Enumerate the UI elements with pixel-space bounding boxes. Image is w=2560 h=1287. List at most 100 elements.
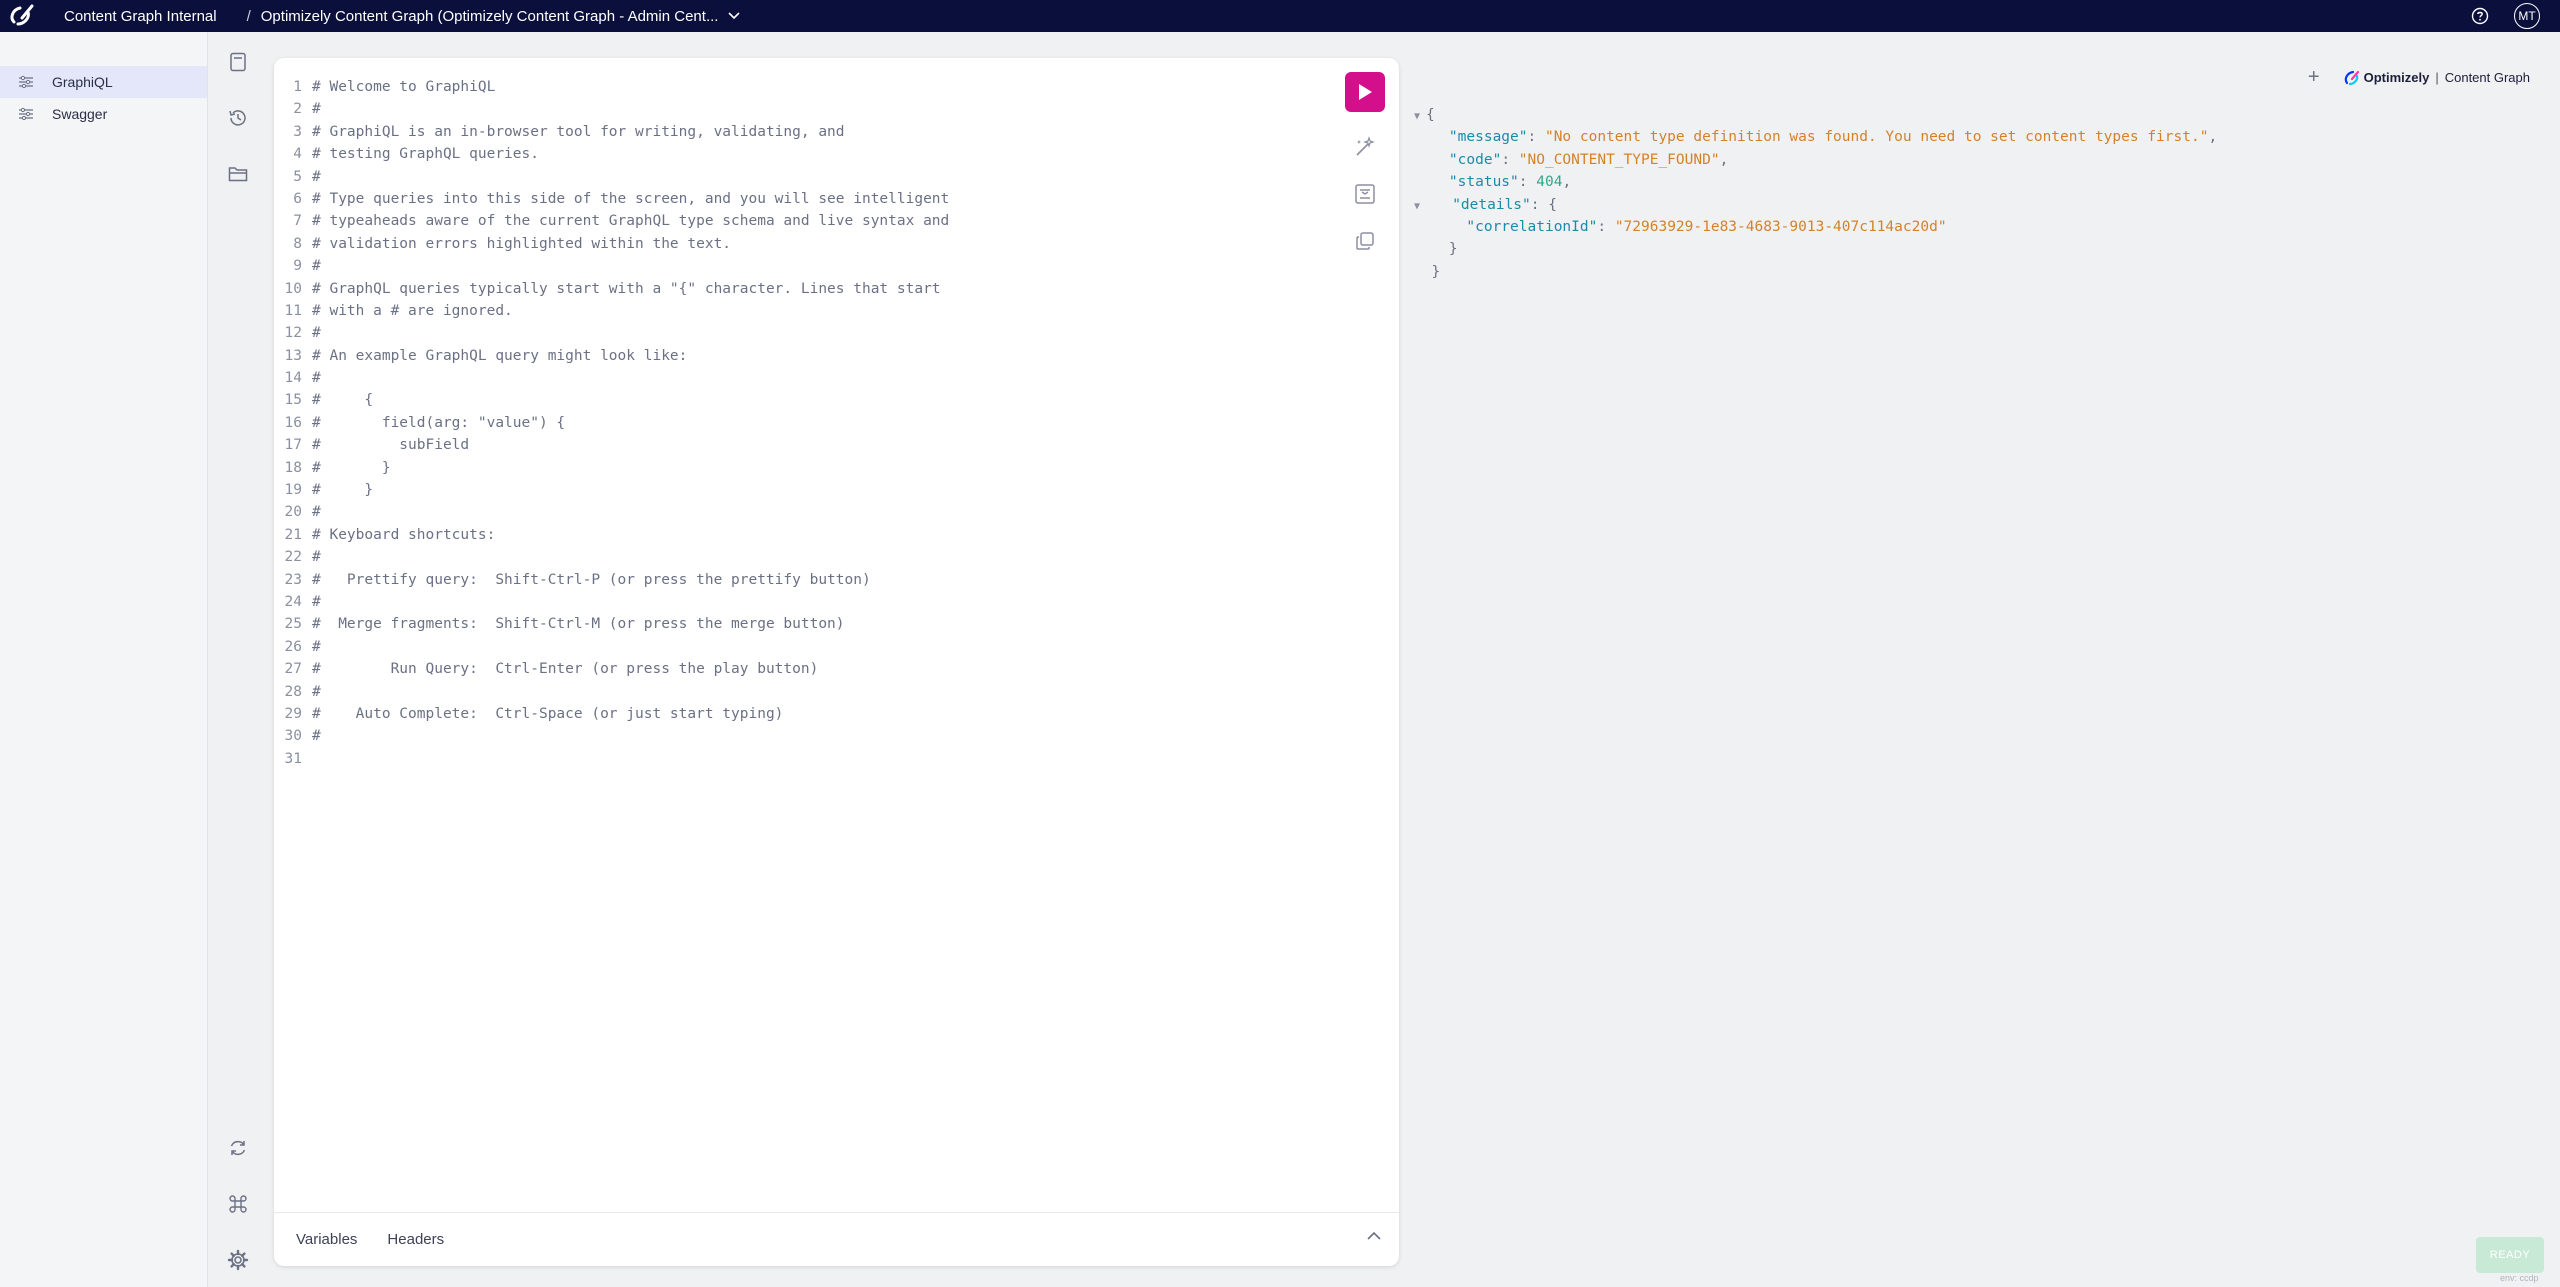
line-text: # <box>312 101 321 118</box>
code-line[interactable]: 8 # validation errors highlighted within … <box>274 233 1314 255</box>
code-line[interactable]: 31 <box>274 748 1314 770</box>
chevron-down-icon <box>728 12 741 20</box>
line-number: 15 <box>284 392 302 409</box>
copy-icon <box>1356 232 1374 250</box>
line-number: 23 <box>284 571 302 588</box>
line-text: # <box>312 728 321 745</box>
line-text: # { <box>312 392 374 409</box>
line-number: 2 <box>293 101 302 118</box>
line-text: # } <box>312 482 374 499</box>
line-text: # <box>312 638 321 655</box>
code-line[interactable]: 10 # GraphQL queries typically start with… <box>274 278 1314 300</box>
folder-icon[interactable] <box>226 162 250 186</box>
code-line[interactable]: 24 # <box>274 591 1314 613</box>
settings-icon[interactable] <box>226 1248 250 1272</box>
line-text: # <box>312 258 321 275</box>
sidebar-item-label: Swagger <box>52 106 108 122</box>
help-icon[interactable] <box>2470 6 2490 26</box>
code-line[interactable]: 16 # field(arg: "value") { <box>274 412 1314 434</box>
sliders-icon <box>19 75 33 89</box>
code-line[interactable]: 11 # with a # are ignored. <box>274 300 1314 322</box>
code-line[interactable]: 5 # <box>274 166 1314 188</box>
user-avatar[interactable]: MT <box>2514 3 2540 29</box>
line-number: 4 <box>293 146 302 163</box>
line-number: 31 <box>284 750 302 767</box>
line-number: 12 <box>284 325 302 342</box>
code-line[interactable]: 12 # <box>274 322 1314 344</box>
code-line[interactable]: 1 # Welcome to GraphiQL <box>274 76 1314 98</box>
code-line[interactable]: 22 # <box>274 546 1314 568</box>
code-line[interactable]: 13 # An example GraphQL query might look … <box>274 345 1314 367</box>
app-name[interactable]: Content Graph Internal <box>64 8 217 25</box>
code-line[interactable]: 28 # <box>274 681 1314 703</box>
prettify-icon <box>1356 136 1375 156</box>
line-text: # <box>312 593 321 610</box>
line-text: # Merge fragments: Shift-Ctrl-M (or pres… <box>312 616 845 633</box>
merge-fragments-button[interactable] <box>1345 182 1385 206</box>
tab-variables[interactable]: Variables <box>296 1231 357 1248</box>
code-line[interactable]: 26 # <box>274 636 1314 658</box>
line-text: # field(arg: "value") { <box>312 414 566 431</box>
optimizely-logo: Optimizely | Content Graph <box>2344 70 2530 86</box>
code-line[interactable]: 18 # } <box>274 457 1314 479</box>
tab-headers[interactable]: Headers <box>387 1231 444 1248</box>
code-line[interactable]: 9 # <box>274 255 1314 277</box>
chevron-up-icon[interactable] <box>1367 1231 1381 1240</box>
instance-selector[interactable]: Optimizely Content Graph (Optimizely Con… <box>261 8 741 25</box>
sidebar-item-label: GraphiQL <box>52 74 113 90</box>
env-label: env: ccdp <box>2500 1273 2539 1283</box>
code-line[interactable]: 6 # Type queries into this side of the sc… <box>274 188 1314 210</box>
collapse-toggle-icon[interactable]: ▼ <box>1414 106 1426 128</box>
code-line[interactable]: 27 # Run Query: Ctrl-Enter (or press the … <box>274 658 1314 680</box>
code-line[interactable]: 29 # Auto Complete: Ctrl-Space (or just s… <box>274 703 1314 725</box>
result-json: ▼{ "message": "No content type definitio… <box>1414 106 2218 280</box>
command-icon[interactable] <box>226 1192 250 1216</box>
add-tab-button[interactable]: + <box>2308 66 2320 89</box>
collapse-toggle-icon[interactable]: ▼ <box>1414 196 1426 218</box>
line-text: # subField <box>312 437 470 454</box>
line-number: 21 <box>284 526 302 543</box>
code-line[interactable]: 25 # Merge fragments: Shift-Ctrl-M (or pr… <box>274 613 1314 635</box>
refresh-icon[interactable] <box>226 1136 250 1160</box>
line-number: 9 <box>293 258 302 275</box>
sidebar-item-graphiql[interactable]: GraphiQL <box>0 66 207 98</box>
code-line[interactable]: 2 # <box>274 98 1314 120</box>
sidebar-item-swagger[interactable]: Swagger <box>0 98 207 130</box>
status-badge: READY <box>2476 1237 2544 1273</box>
line-text: # } <box>312 459 391 476</box>
line-text: # <box>312 549 321 566</box>
line-text: # testing GraphQL queries. <box>312 146 539 163</box>
line-number: 26 <box>284 638 302 655</box>
code-line[interactable]: 15 # { <box>274 389 1314 411</box>
line-number: 19 <box>284 482 302 499</box>
code-line[interactable]: 17 # subField <box>274 434 1314 456</box>
run-query-button[interactable] <box>1345 72 1385 112</box>
code-line[interactable]: 23 # Prettify query: Shift-Ctrl-P (or pre… <box>274 569 1314 591</box>
line-text: # typeaheads aware of the current GraphQ… <box>312 213 950 230</box>
line-text: # Keyboard shortcuts: <box>312 526 496 543</box>
code-line[interactable]: 21 # Keyboard shortcuts: <box>274 524 1314 546</box>
doc-icon[interactable] <box>226 50 250 74</box>
line-number: 5 <box>293 168 302 185</box>
code-line[interactable]: 20 # <box>274 501 1314 523</box>
line-text: # <box>312 504 321 521</box>
line-number: 13 <box>284 347 302 364</box>
line-text: # Welcome to GraphiQL <box>312 79 496 95</box>
prettify-button[interactable] <box>1345 135 1385 159</box>
code-line[interactable]: 14 # <box>274 367 1314 389</box>
query-editor[interactable]: 1 # Welcome to GraphiQL 2 #3 # GraphiQL is a… <box>274 58 1399 1266</box>
code-line[interactable]: 19 # } <box>274 479 1314 501</box>
history-icon[interactable] <box>226 106 250 130</box>
line-number: 28 <box>284 683 302 700</box>
code-line[interactable]: 7 # typeaheads aware of the current Graph… <box>274 210 1314 232</box>
line-text: # Prettify query: Shift-Ctrl-P (or press… <box>312 571 871 588</box>
instance-label: Optimizely Content Graph (Optimizely Con… <box>260 7 719 25</box>
line-text: # <box>312 325 321 342</box>
code-line[interactable]: 3 # GraphiQL is an in-browser tool for wr… <box>274 121 1314 143</box>
code-line[interactable]: 4 # testing GraphQL queries. <box>274 143 1314 165</box>
query-code[interactable]: 1 # Welcome to GraphiQL 2 #3 # GraphiQL is a… <box>274 76 1314 770</box>
code-line[interactable]: 30 # <box>274 725 1314 747</box>
app-logo-icon[interactable] <box>0 0 44 32</box>
copy-query-button[interactable] <box>1345 229 1385 253</box>
line-number: 24 <box>284 593 302 610</box>
